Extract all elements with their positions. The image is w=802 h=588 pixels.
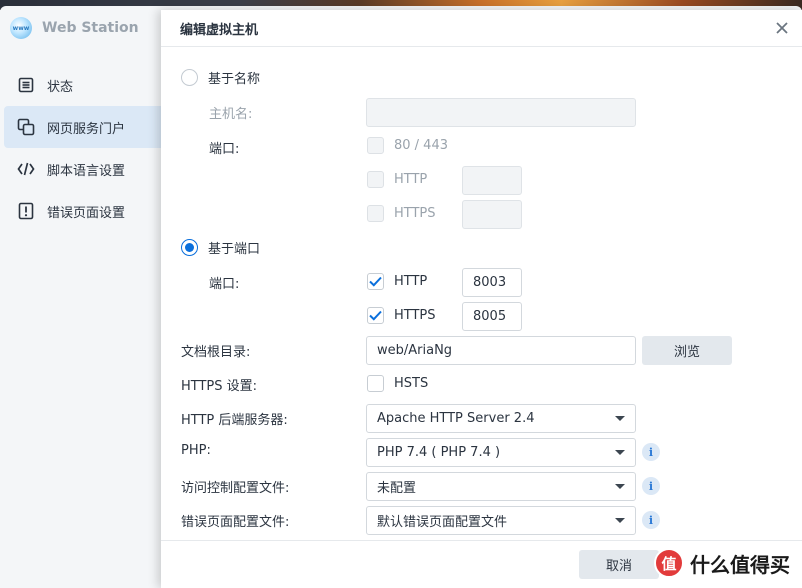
https-port-input[interactable]: 8005: [462, 302, 522, 331]
error-page-label: 错误页面配置文件:: [181, 515, 290, 530]
access-control-row: 访问控制配置文件:: [181, 477, 289, 496]
backend-label: HTTP 后端服务器:: [181, 413, 288, 428]
https-settings-label: HTTPS 设置:: [181, 379, 258, 394]
name-https-label: HTTPS: [394, 206, 436, 221]
hostname-input[interactable]: [366, 98, 636, 127]
checkmark-icon: [369, 276, 382, 287]
php-info-icon[interactable]: i: [642, 443, 660, 461]
backend-select-value: Apache HTTP Server 2.4: [377, 411, 535, 426]
hsts-label: HSTS: [394, 376, 429, 391]
chevron-down-icon: [615, 484, 625, 489]
status-icon: [17, 76, 35, 94]
php-label: PHP:: [181, 443, 211, 458]
app-title: Web Station: [42, 20, 139, 36]
watermark-logo-icon: 值: [654, 548, 684, 578]
name-http-row[interactable]: HTTP: [367, 171, 427, 188]
chevron-down-icon: [615, 450, 625, 455]
error-page-info-icon[interactable]: i: [642, 511, 660, 529]
backend-row: HTTP 后端服务器:: [181, 409, 288, 428]
watermark-text: 什么值得买: [690, 552, 790, 577]
port-row: 端口:: [209, 273, 239, 292]
sidebar: 状态 网页服务门户 脚本语言设置 错误页面设置: [0, 64, 161, 232]
sidebar-item-portal[interactable]: 网页服务门户: [4, 106, 161, 148]
name-https-port-input[interactable]: [462, 200, 522, 229]
port-80-443-row[interactable]: 80 / 443: [367, 137, 448, 154]
error-page-select-value: 默认错误页面配置文件: [377, 515, 508, 530]
dialog-header: 编辑虚拟主机: [161, 10, 802, 47]
web-station-logo-icon: www: [10, 17, 32, 39]
doc-root-label: 文档根目录:: [181, 345, 251, 360]
doc-root-input[interactable]: web/AriaNg: [366, 336, 636, 365]
error-page-row: 错误页面配置文件:: [181, 511, 289, 530]
http-port-input[interactable]: 8003: [462, 268, 522, 297]
backend-select[interactable]: Apache HTTP Server 2.4: [366, 404, 636, 433]
port-http-checkbox[interactable]: [367, 273, 384, 290]
edit-virtual-host-dialog: 编辑虚拟主机 基于名称 主机名: 端口: 80 / 443 HTTP HTTPS…: [161, 10, 802, 588]
error-page-icon: [17, 202, 35, 220]
by-port-radio[interactable]: [181, 239, 198, 256]
by-name-radio[interactable]: [181, 69, 198, 86]
sidebar-item-status[interactable]: 状态: [0, 64, 161, 106]
access-control-label: 访问控制配置文件:: [181, 481, 290, 496]
browse-button[interactable]: 浏览: [642, 336, 732, 365]
sidebar-item-label: 错误页面设置: [47, 205, 126, 221]
name-https-row[interactable]: HTTPS: [367, 205, 436, 222]
chevron-down-icon: [615, 416, 625, 421]
name-http-label: HTTP: [394, 172, 428, 187]
port-label: 端口:: [209, 277, 240, 292]
hsts-row[interactable]: HSTS: [367, 375, 428, 392]
port-http-label: HTTP: [394, 274, 428, 289]
php-select-value: PHP 7.4 ( PHP 7.4 ): [377, 445, 501, 460]
doc-root-row: 文档根目录:: [181, 341, 250, 360]
hostname-label: 主机名:: [209, 107, 253, 122]
port-https-row[interactable]: HTTPS: [367, 307, 436, 324]
access-control-select[interactable]: 未配置: [366, 472, 636, 501]
port-https-label: HTTPS: [394, 308, 436, 323]
sidebar-item-script-language[interactable]: 脚本语言设置: [0, 148, 161, 190]
portal-icon: [17, 118, 35, 136]
name-http-port-input[interactable]: [462, 166, 522, 195]
port-http-row[interactable]: HTTP: [367, 273, 427, 290]
sidebar-item-error-page[interactable]: 错误页面设置: [0, 190, 161, 232]
by-name-label: 基于名称: [208, 72, 261, 87]
checkmark-icon: [369, 310, 382, 321]
watermark: 值 什么值得买: [654, 548, 790, 578]
hostname-row: 主机名:: [209, 103, 252, 122]
code-icon: [17, 160, 35, 178]
php-row: PHP:: [181, 443, 211, 458]
close-icon[interactable]: [774, 20, 790, 36]
port-80-443-checkbox[interactable]: [367, 137, 384, 154]
watermark-badge: 值: [661, 554, 677, 573]
name-port-row: 端口:: [209, 138, 239, 157]
php-select[interactable]: PHP 7.4 ( PHP 7.4 ): [366, 438, 636, 467]
logo-text: www: [12, 24, 30, 32]
sidebar-item-label: 网页服务门户: [47, 121, 126, 137]
sidebar-item-label: 脚本语言设置: [47, 163, 126, 179]
sidebar-item-label: 状态: [47, 79, 74, 95]
access-control-select-value: 未配置: [377, 481, 417, 496]
name-http-checkbox[interactable]: [367, 171, 384, 188]
cancel-button[interactable]: 取消: [579, 550, 659, 579]
error-page-select[interactable]: 默认错误页面配置文件: [366, 506, 636, 535]
chevron-down-icon: [615, 518, 625, 523]
name-https-checkbox[interactable]: [367, 205, 384, 222]
access-control-info-icon[interactable]: i: [642, 477, 660, 495]
by-port-radio-row[interactable]: 基于端口: [181, 238, 260, 257]
https-settings-row: HTTPS 设置:: [181, 375, 257, 394]
hsts-checkbox[interactable]: [367, 375, 384, 392]
port-https-checkbox[interactable]: [367, 307, 384, 324]
dialog-title: 编辑虚拟主机: [180, 22, 259, 38]
by-name-radio-row[interactable]: 基于名称: [181, 68, 260, 87]
by-port-label: 基于端口: [208, 242, 261, 257]
name-port-label: 端口:: [209, 142, 240, 157]
port-80-443-label: 80 / 443: [394, 138, 448, 153]
